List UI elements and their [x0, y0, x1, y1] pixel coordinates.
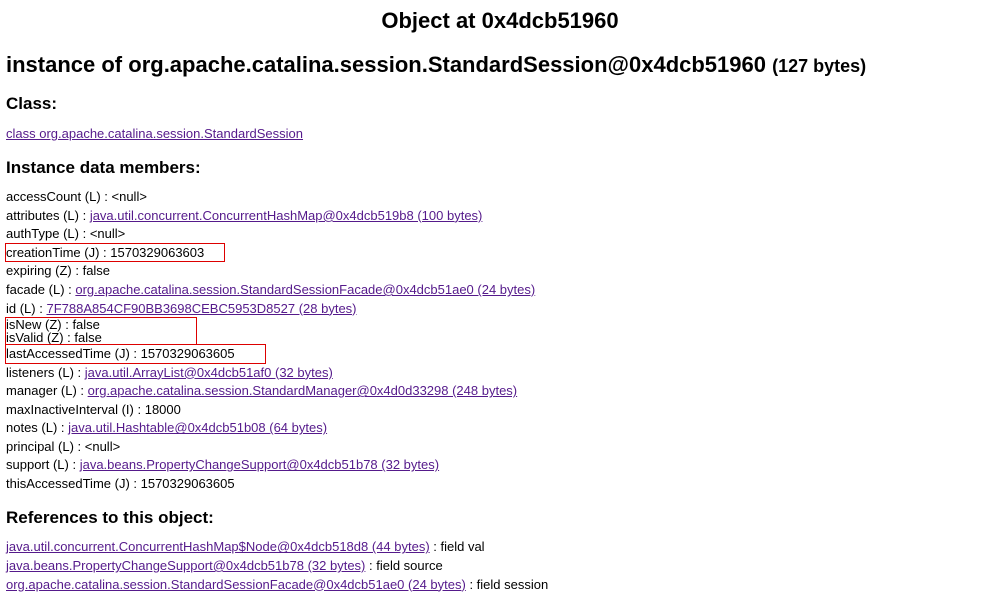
member-creationTime: creationTime (J) : 1570329063603 — [6, 243, 994, 262]
member-label: attributes (L) : — [6, 208, 90, 223]
instance-header: instance of org.apache.catalina.session.… — [6, 50, 994, 80]
member-link[interactable]: org.apache.catalina.session.StandardMana… — [88, 383, 517, 398]
member-listeners: listeners (L) : java.util.ArrayList@0x4d… — [6, 363, 994, 382]
member-label: expiring (Z) : — [6, 263, 83, 278]
member-link[interactable]: java.util.concurrent.ConcurrentHashMap@0… — [90, 208, 483, 223]
highlight-lastAccessedTime: lastAccessedTime (J) : 1570329063605 — [6, 345, 265, 363]
member-label: accessCount (L) : — [6, 189, 112, 204]
highlight-creationTime: creationTime (J) : 1570329063603 — [6, 244, 224, 262]
ref-link[interactable]: java.beans.PropertyChangeSupport@0x4dcb5… — [6, 558, 365, 573]
member-link[interactable]: 7F788A854CF90BB3698CEBC5953D8527 (28 byt… — [46, 301, 356, 316]
ref-suffix: : field source — [365, 558, 442, 573]
member-authType: authType (L) : <null> — [6, 225, 994, 244]
instance-bytes: (127 bytes) — [772, 56, 866, 76]
member-label: authType (L) : — [6, 226, 90, 241]
member-attributes: attributes (L) : java.util.concurrent.Co… — [6, 206, 994, 225]
highlight-isnew-isvalid: isNew (Z) : false isValid (Z) : false — [6, 318, 196, 344]
member-support: support (L) : java.beans.PropertyChangeS… — [6, 456, 994, 475]
member-value: 1570329063605 — [141, 476, 235, 491]
page-title: Object at 0x4dcb51960 — [6, 6, 994, 36]
instance-class: org.apache.catalina.session.StandardSess… — [128, 52, 766, 77]
instance-prefix: instance of — [6, 52, 128, 77]
member-thisAccessedTime: thisAccessedTime (J) : 1570329063605 — [6, 474, 994, 493]
member-link[interactable]: java.beans.PropertyChangeSupport@0x4dcb5… — [80, 457, 439, 472]
class-link[interactable]: class org.apache.catalina.session.Standa… — [6, 126, 303, 141]
member-value: <null> — [90, 226, 125, 241]
member-link[interactable]: java.util.ArrayList@0x4dcb51af0 (32 byte… — [85, 365, 333, 380]
member-maxInactiveInterval: maxInactiveInterval (I) : 18000 — [6, 400, 994, 419]
member-value: false — [83, 263, 110, 278]
member-principal: principal (L) : <null> — [6, 437, 994, 456]
member-label: listeners (L) : — [6, 365, 85, 380]
member-notes: notes (L) : java.util.Hashtable@0x4dcb51… — [6, 419, 994, 438]
member-isNew-isValid: isNew (Z) : false isValid (Z) : false — [6, 318, 994, 345]
member-lastAccessedTime: lastAccessedTime (J) : 1570329063605 — [6, 345, 994, 364]
section-class: Class: — [6, 93, 994, 116]
member-label: principal (L) : — [6, 439, 85, 454]
member-label: thisAccessedTime (J) : — [6, 476, 141, 491]
ref-suffix: : field session — [466, 577, 548, 592]
instance-members: accessCount (L) : <null> attributes (L) … — [6, 188, 994, 493]
member-label: notes (L) : — [6, 420, 68, 435]
member-label: support (L) : — [6, 457, 80, 472]
member-facade: facade (L) : org.apache.catalina.session… — [6, 281, 994, 300]
member-link[interactable]: org.apache.catalina.session.StandardSess… — [75, 282, 535, 297]
member-label: manager (L) : — [6, 383, 88, 398]
section-refs: References to this object: — [6, 507, 994, 530]
ref-row: org.apache.catalina.session.StandardSess… — [6, 575, 994, 594]
member-label: id (L) : — [6, 301, 46, 316]
member-label: maxInactiveInterval (I) : — [6, 402, 145, 417]
ref-suffix: : field val — [430, 539, 485, 554]
member-value: <null> — [112, 189, 147, 204]
ref-row: java.util.concurrent.ConcurrentHashMap$N… — [6, 538, 994, 557]
section-members: Instance data members: — [6, 157, 994, 180]
ref-link[interactable]: java.util.concurrent.ConcurrentHashMap$N… — [6, 539, 430, 554]
member-accessCount: accessCount (L) : <null> — [6, 188, 994, 207]
member-expiring: expiring (Z) : false — [6, 262, 994, 281]
member-id: id (L) : 7F788A854CF90BB3698CEBC5953D852… — [6, 299, 994, 318]
member-value: 18000 — [145, 402, 181, 417]
member-value: <null> — [85, 439, 120, 454]
ref-link[interactable]: org.apache.catalina.session.StandardSess… — [6, 577, 466, 592]
member-manager: manager (L) : org.apache.catalina.sessio… — [6, 382, 994, 401]
member-label: facade (L) : — [6, 282, 75, 297]
member-isValid-text: isValid (Z) : false — [6, 331, 196, 344]
member-link[interactable]: java.util.Hashtable@0x4dcb51b08 (64 byte… — [68, 420, 327, 435]
ref-row: java.beans.PropertyChangeSupport@0x4dcb5… — [6, 556, 994, 575]
references-list: java.util.concurrent.ConcurrentHashMap$N… — [6, 538, 994, 594]
